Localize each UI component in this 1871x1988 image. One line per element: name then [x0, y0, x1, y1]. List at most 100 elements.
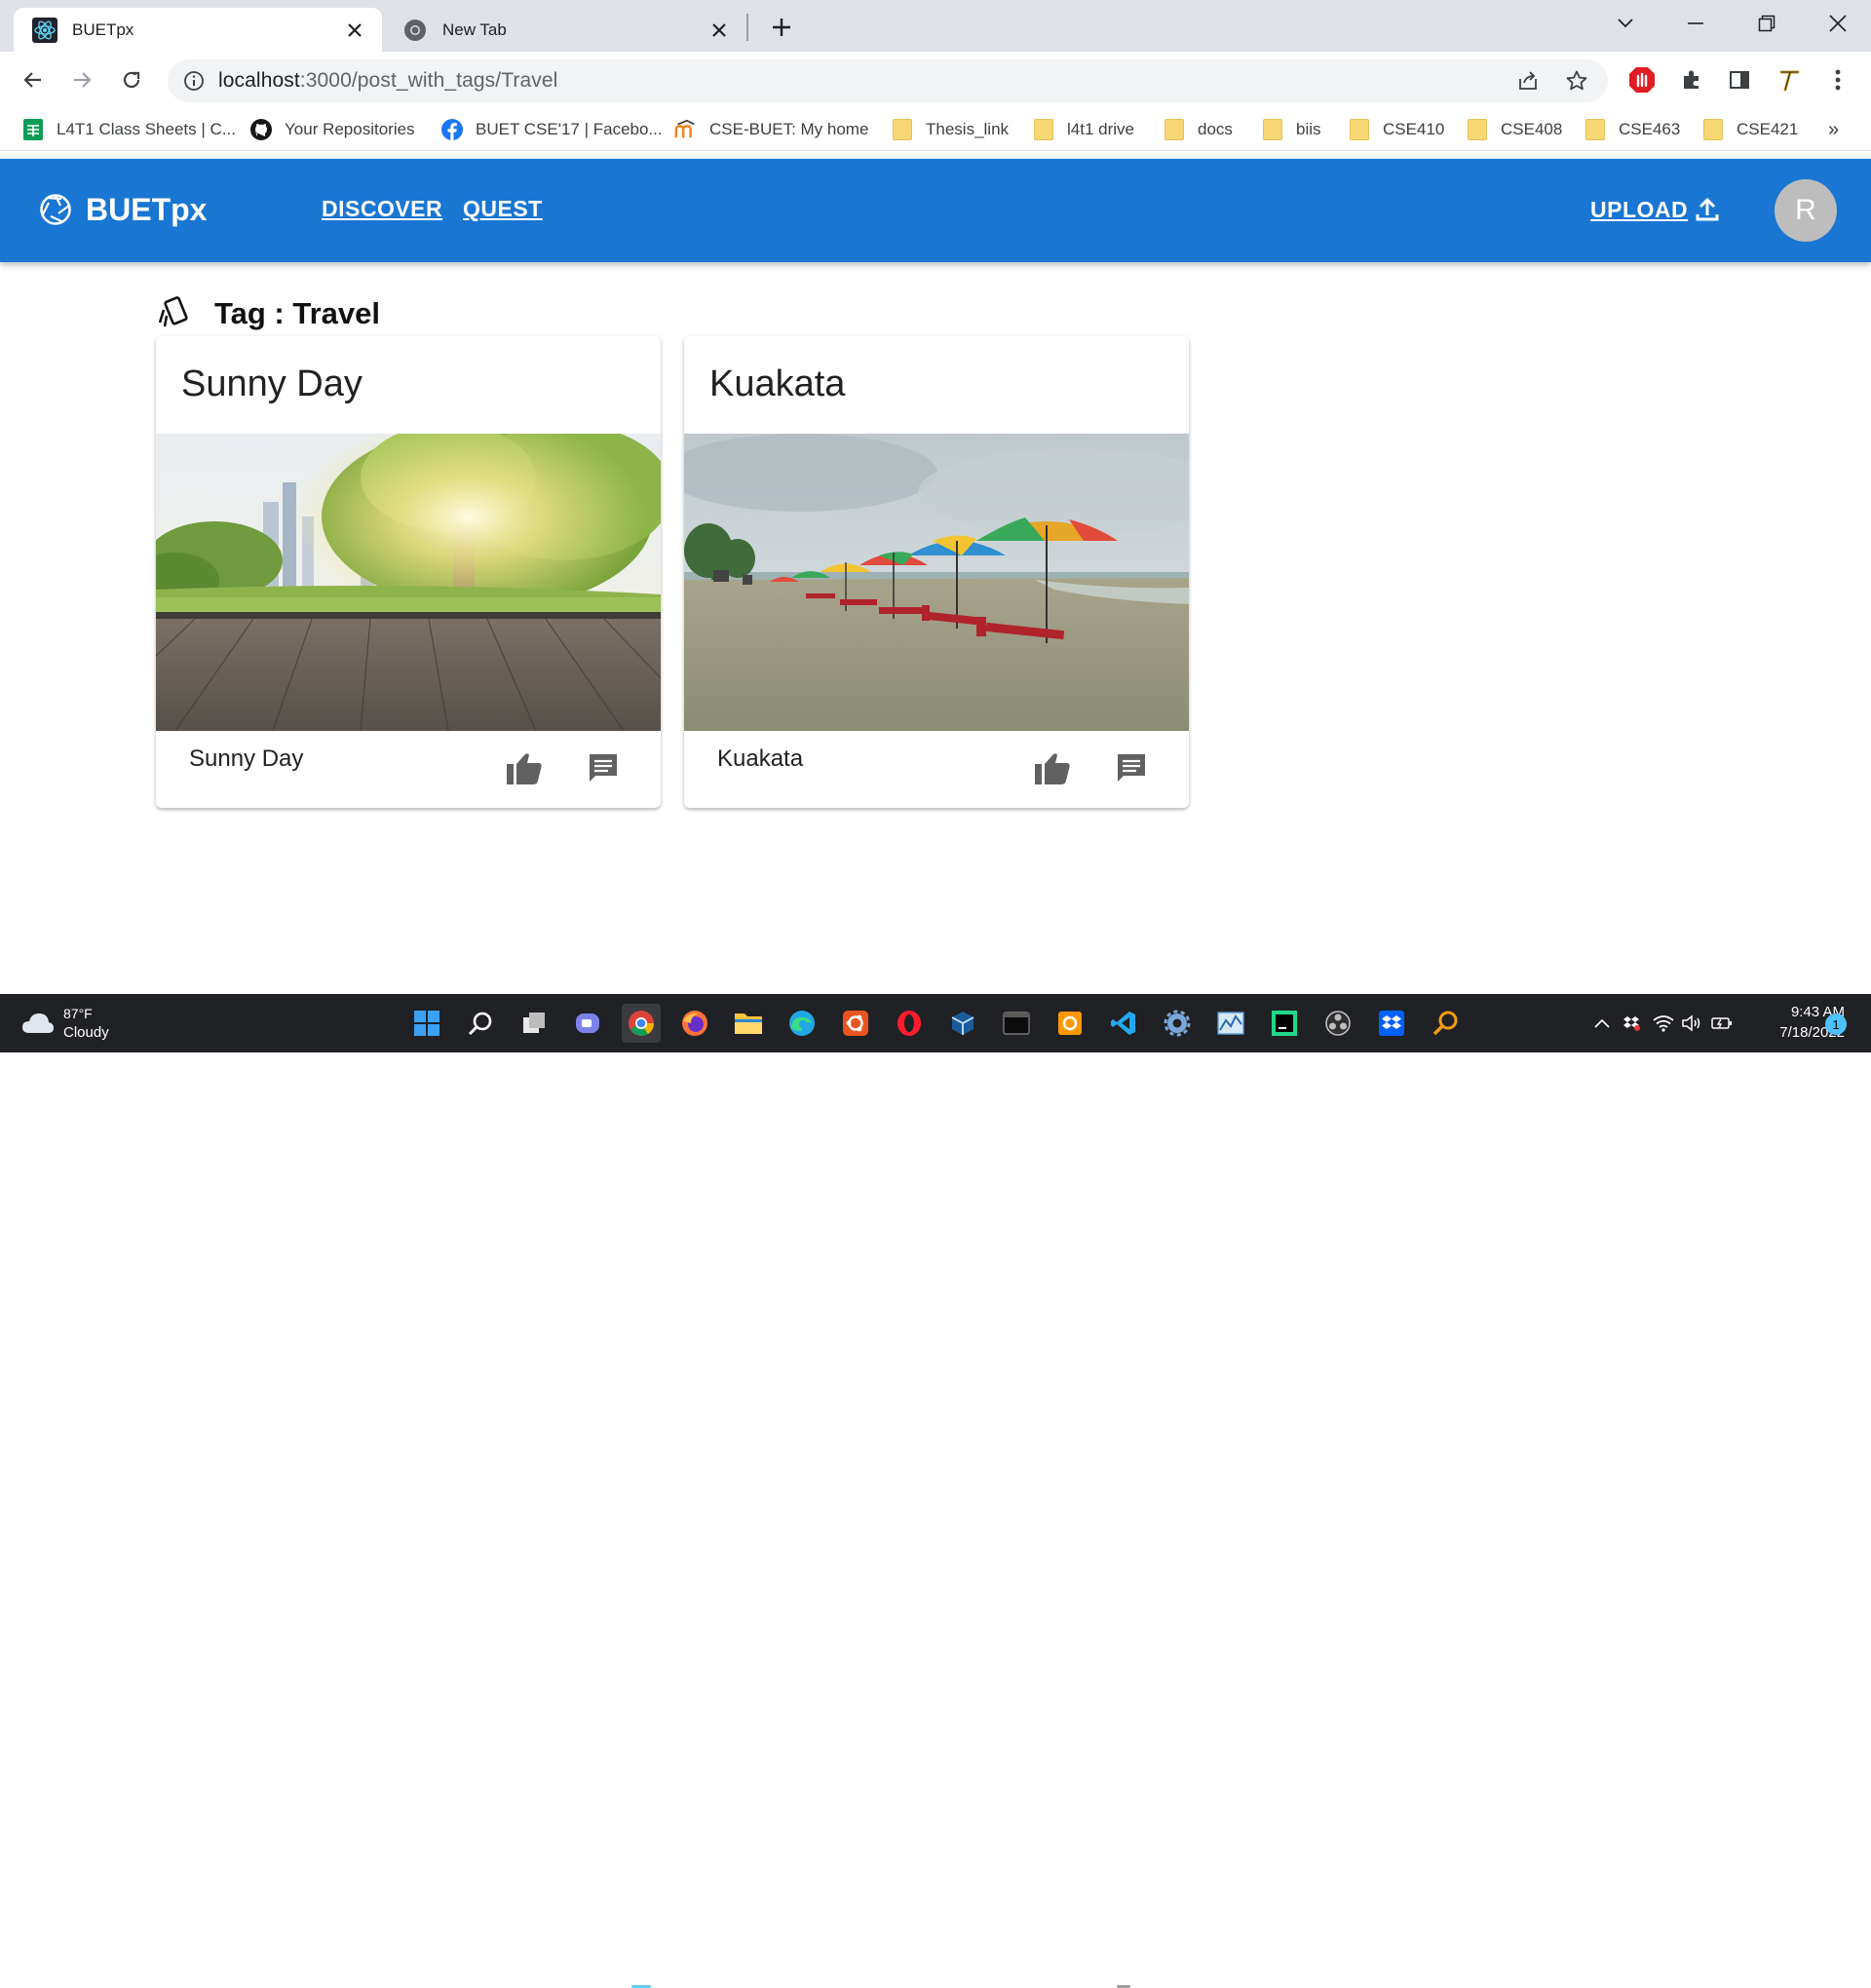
weather-temperature[interactable]: 87°F — [63, 1006, 93, 1021]
post-image-kuakata[interactable] — [684, 434, 1189, 731]
tab-strip: BUETpx New Tab — [0, 0, 1871, 52]
folder-icon — [1348, 118, 1371, 141]
avatar[interactable]: R — [1775, 179, 1837, 242]
chrome-icon[interactable] — [622, 1004, 661, 1043]
volume-icon[interactable] — [1681, 1012, 1704, 1035]
teams-chat-icon[interactable] — [568, 1004, 607, 1043]
notification-badge[interactable]: 1 — [1825, 1013, 1847, 1035]
nav-discover-link[interactable]: DISCOVER — [322, 196, 442, 222]
windows-start-icon[interactable] — [407, 1004, 446, 1043]
bookmark-cse408[interactable]: CSE408 — [1466, 114, 1562, 145]
magnifier-app-icon[interactable] — [1426, 1004, 1465, 1043]
reload-icon — [123, 71, 140, 89]
bookmark-your-repositories[interactable]: Your Repositories — [249, 114, 415, 145]
thumb-up-icon — [507, 753, 542, 784]
chevron-up-icon[interactable] — [1590, 1012, 1614, 1035]
camera-shutter-icon[interactable] — [39, 193, 72, 226]
tab-title: New Tab — [442, 19, 507, 39]
sublime-merge-icon[interactable] — [1050, 1004, 1089, 1043]
adblock-icon[interactable] — [1623, 60, 1661, 99]
opera-icon[interactable] — [890, 1004, 929, 1043]
tab-search-button[interactable] — [1606, 8, 1645, 39]
ubuntu-icon[interactable] — [836, 1004, 875, 1043]
terminal-icon[interactable] — [997, 1004, 1036, 1043]
bookmark-l4t1-class-sheets[interactable]: L4T1 Class Sheets | C... — [21, 114, 236, 145]
browser-menu-icon[interactable] — [1818, 60, 1857, 99]
chevron-down-icon — [1618, 19, 1633, 28]
t-extension-icon[interactable] — [1770, 60, 1809, 99]
obs-icon[interactable] — [1318, 1004, 1357, 1043]
firefox-icon[interactable] — [675, 1004, 714, 1043]
restore-icon — [1758, 15, 1776, 32]
bookmark-cse463[interactable]: CSE463 — [1584, 114, 1680, 145]
forward-button[interactable] — [62, 60, 101, 99]
dropbox-tray-icon[interactable] — [1620, 1012, 1643, 1035]
upload-icon — [1696, 197, 1719, 221]
wifi-icon[interactable] — [1652, 1012, 1675, 1035]
address-bar[interactable]: localhost:3000/post_with_tags/Travel — [168, 59, 1608, 102]
battery-icon[interactable] — [1710, 1012, 1734, 1035]
share-icon[interactable] — [1512, 65, 1544, 96]
folder-icon — [891, 118, 914, 141]
star-icon[interactable] — [1561, 65, 1592, 96]
folder-icon — [1032, 118, 1055, 141]
bookmark-cse-buet-my-home[interactable]: CSE-BUET: My home — [674, 114, 868, 145]
minimize-button[interactable] — [1676, 8, 1715, 39]
upload-button[interactable]: UPLOAD — [1590, 196, 1721, 223]
tab-new-tab[interactable]: New Tab — [384, 8, 746, 52]
weather-condition[interactable]: Cloudy — [63, 1024, 109, 1041]
resource-monitor-icon[interactable] — [1211, 1004, 1250, 1043]
bookmarks-overflow-button[interactable]: » — [1828, 114, 1839, 145]
close-window-button[interactable] — [1818, 8, 1857, 39]
post-card-kuakata[interactable]: Kuakata Kuakata — [684, 336, 1189, 808]
side-panel-icon[interactable] — [1720, 60, 1759, 99]
extensions-icon[interactable] — [1672, 60, 1711, 99]
bookmark-buet-cse17-facebook[interactable]: BUET CSE'17 | Facebo... — [440, 114, 663, 145]
bookmark-cse410[interactable]: CSE410 — [1348, 114, 1444, 145]
bookmark-docs[interactable]: docs — [1163, 114, 1233, 145]
windows-taskbar: 87°F Cloudy 9:43 AM 7/18/2022 — [0, 994, 1871, 1988]
moodle-icon — [674, 118, 698, 141]
cloud-icon[interactable] — [21, 1010, 55, 1042]
plus-icon — [773, 19, 790, 36]
virtualbox-icon[interactable] — [943, 1004, 982, 1043]
comment-button[interactable] — [1111, 747, 1152, 788]
search-icon[interactable] — [461, 1004, 500, 1043]
bookmarks-bar: L4T1 Class Sheets | C... Your Repositori… — [0, 108, 1871, 151]
nav-quest-link[interactable]: QUEST — [463, 196, 543, 222]
github-icon — [249, 118, 273, 141]
comment-button[interactable] — [583, 747, 624, 788]
bookmark-cse421[interactable]: CSE421 — [1701, 114, 1798, 145]
bookmark-label: l4t1 drive — [1067, 120, 1134, 138]
close-icon[interactable] — [706, 17, 733, 44]
brand-name[interactable]: BUETpx — [86, 192, 207, 228]
tab-separator — [746, 14, 748, 41]
comment-icon — [1118, 754, 1145, 782]
edge-icon[interactable] — [783, 1004, 821, 1043]
task-view-icon[interactable] — [515, 1004, 554, 1043]
bookmark-label: biis — [1296, 120, 1321, 138]
restore-button[interactable] — [1747, 8, 1786, 39]
tab-buetpx[interactable]: BUETpx — [14, 8, 382, 52]
back-button[interactable] — [14, 60, 53, 99]
post-image-sunny-day[interactable] — [156, 434, 661, 731]
reload-button[interactable] — [112, 60, 151, 99]
like-button[interactable] — [1032, 747, 1073, 788]
like-button[interactable] — [504, 747, 545, 788]
bookmark-thesis-link[interactable]: Thesis_link — [891, 114, 1009, 145]
file-explorer-icon[interactable] — [729, 1004, 768, 1043]
info-icon[interactable] — [181, 68, 207, 94]
pycharm-icon[interactable] — [1265, 1004, 1304, 1043]
vscode-icon[interactable] — [1104, 1004, 1143, 1043]
bookmark-biis[interactable]: biis — [1261, 114, 1321, 145]
post-card-sunny-day[interactable]: Sunny Day Sunny Day — [156, 336, 661, 808]
settings-gear-icon[interactable] — [1158, 1004, 1197, 1043]
new-tab-button[interactable] — [766, 12, 797, 43]
bookmark-label: CSE463 — [1619, 120, 1681, 138]
folder-icon — [1466, 118, 1489, 141]
post-caption: Kuakata — [717, 746, 804, 772]
bookmark-l4t1-drive[interactable]: l4t1 drive — [1032, 114, 1134, 145]
chrome-icon — [401, 17, 429, 44]
close-icon[interactable] — [341, 17, 368, 44]
dropbox-icon[interactable] — [1372, 1004, 1411, 1043]
